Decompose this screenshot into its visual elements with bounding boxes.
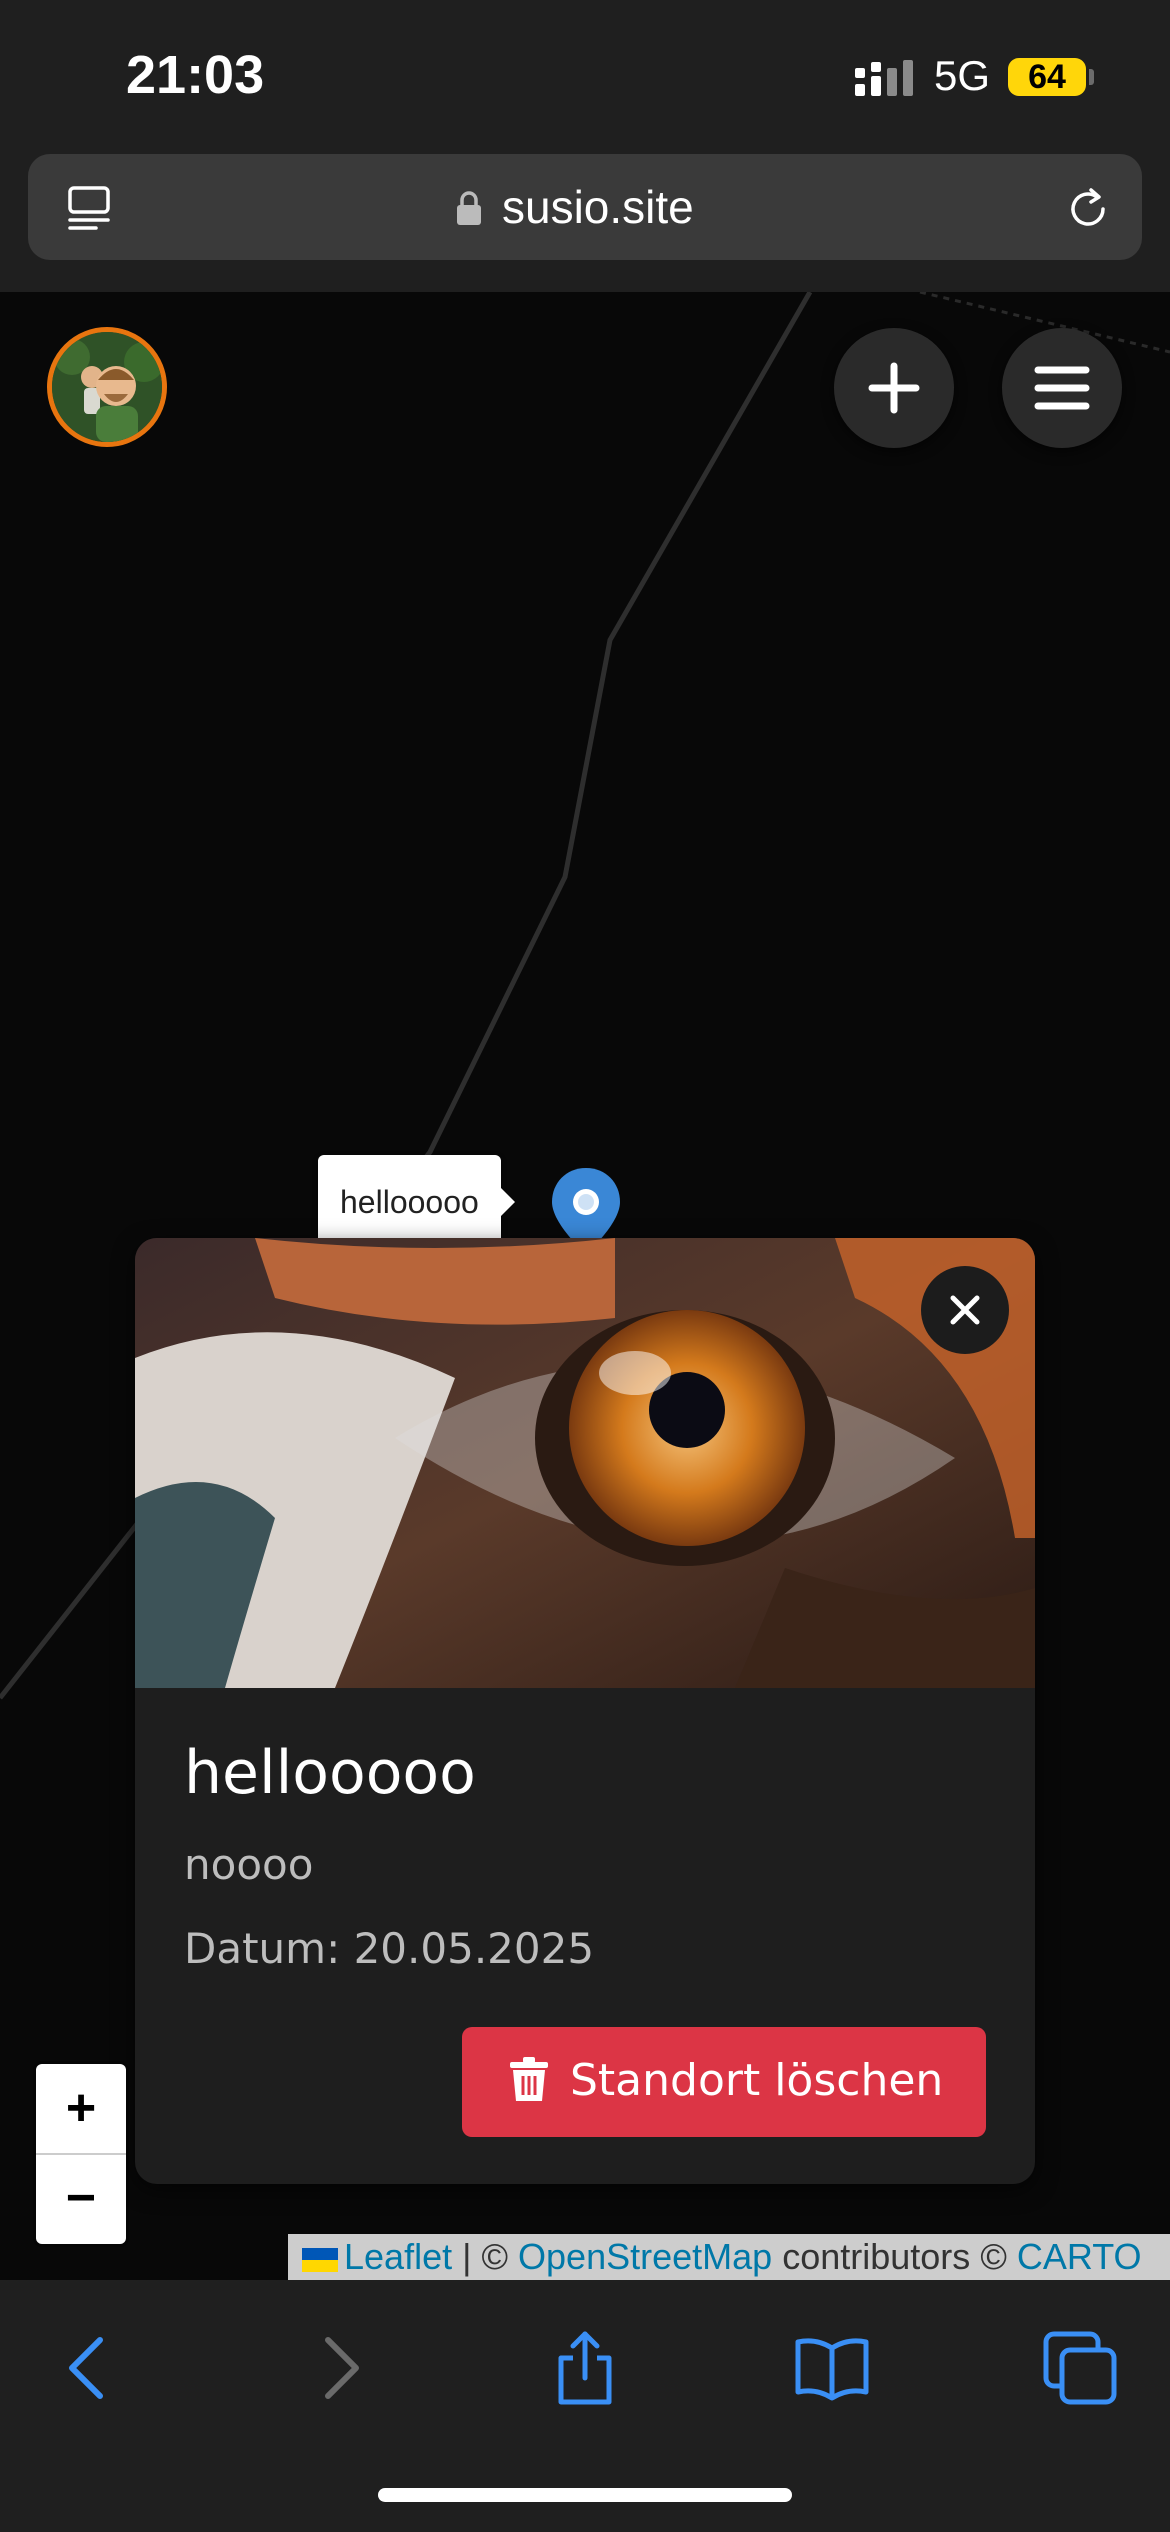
close-popup-button[interactable] bbox=[921, 1266, 1009, 1354]
map-attribution: Leaflet | © OpenStreetMap contributors ©… bbox=[288, 2234, 1170, 2280]
reload-icon[interactable] bbox=[1063, 184, 1113, 234]
attribution-copyright-2: © bbox=[980, 2236, 1007, 2277]
zoom-control: + − bbox=[36, 2064, 126, 2244]
tabs-icon[interactable] bbox=[1040, 2328, 1120, 2408]
status-time: 21:03 bbox=[126, 45, 265, 105]
location-date: Datum: 20.05.2025 bbox=[184, 1924, 595, 1973]
attribution-contributors: contributors bbox=[782, 2236, 971, 2277]
battery-indicator: 64 bbox=[1008, 58, 1086, 96]
leaflet-link[interactable]: Leaflet bbox=[344, 2236, 452, 2277]
plus-icon bbox=[868, 362, 920, 414]
location-popup: hellooooo noooo Datum: 20.05.2025 Stando… bbox=[135, 1238, 1035, 2184]
zoom-in-button[interactable]: + bbox=[36, 2064, 126, 2155]
battery-cap bbox=[1089, 69, 1094, 85]
openstreetmap-link[interactable]: OpenStreetMap bbox=[518, 2236, 772, 2277]
location-photo bbox=[135, 1238, 1035, 1688]
attribution-separator: | bbox=[462, 2236, 472, 2277]
url-bar[interactable]: susio.site bbox=[28, 154, 1142, 260]
location-title: hellooooo bbox=[184, 1738, 476, 1808]
delete-location-label: Standort löschen bbox=[570, 2055, 944, 2106]
home-indicator bbox=[378, 2488, 792, 2502]
close-icon bbox=[950, 1295, 980, 1325]
status-bar: 21:03 5G 64 bbox=[0, 0, 1170, 150]
lock-icon bbox=[457, 191, 481, 225]
marker-tooltip: hellooooo bbox=[318, 1155, 515, 1249]
sidebar-icon[interactable] bbox=[64, 182, 114, 232]
book-icon[interactable] bbox=[792, 2328, 872, 2408]
hamburger-icon bbox=[1034, 366, 1090, 410]
url-text[interactable]: susio.site bbox=[502, 180, 694, 234]
location-description: noooo bbox=[184, 1840, 314, 1889]
browser-url-bar-area: susio.site bbox=[0, 150, 1170, 292]
chevron-left-icon[interactable] bbox=[48, 2328, 128, 2408]
chevron-right-icon[interactable] bbox=[300, 2328, 380, 2408]
trash-icon bbox=[510, 2057, 548, 2101]
network-type: 5G bbox=[934, 52, 991, 99]
avatar-illustration bbox=[52, 332, 162, 442]
carto-link[interactable]: CARTO bbox=[1017, 2236, 1142, 2277]
add-location-button[interactable] bbox=[834, 328, 954, 448]
menu-button[interactable] bbox=[1002, 328, 1122, 448]
zoom-out-button[interactable]: − bbox=[36, 2154, 126, 2243]
ukraine-flag-icon bbox=[302, 2248, 338, 2272]
user-avatar[interactable] bbox=[47, 327, 167, 447]
attribution-copyright-1: © bbox=[481, 2236, 509, 2277]
delete-location-button[interactable]: Standort löschen bbox=[462, 2027, 986, 2137]
signal-icon bbox=[855, 60, 913, 96]
share-icon[interactable] bbox=[545, 2328, 625, 2408]
